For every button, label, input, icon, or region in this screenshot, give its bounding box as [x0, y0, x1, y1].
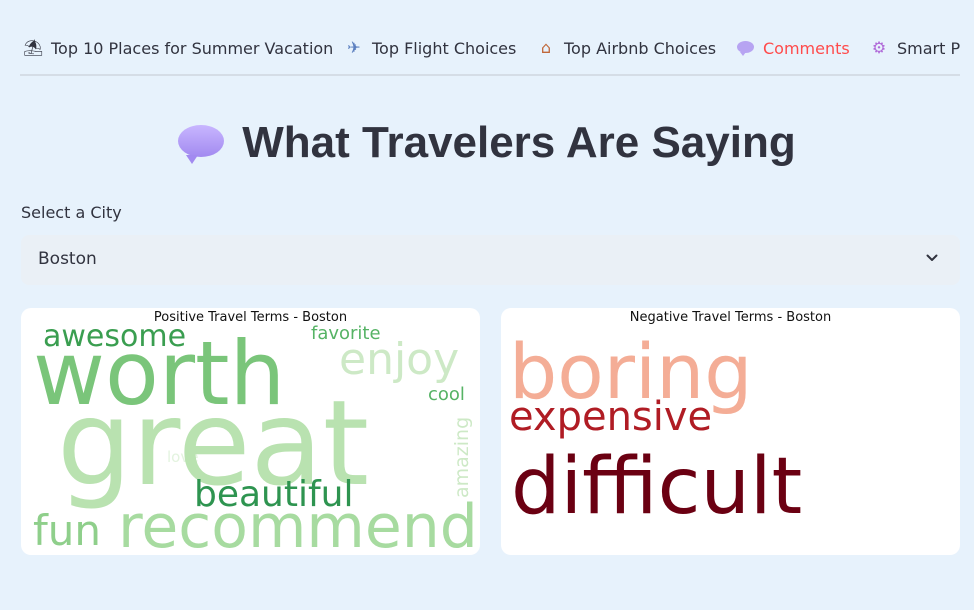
word: favorite [311, 323, 381, 344]
page-title-text: What Travelers Are Saying [242, 118, 796, 167]
word: recommend [118, 492, 478, 555]
tab-bar: ⛱ Top 10 Places for Summer Vacation ✈ To… [20, 26, 960, 76]
word: amazing [451, 416, 473, 498]
tab-label: Top Flight Choices [372, 38, 517, 58]
word: expensive [509, 394, 713, 440]
tab-flights[interactable]: ✈ Top Flight Choices [344, 26, 517, 74]
negative-wordcloud-title: Negative Travel Terms - Boston [629, 310, 832, 325]
tab-label: Top 10 Places for Summer Vacation [51, 38, 334, 58]
positive-wordcloud: Positive Travel Terms - Boston love grea… [21, 308, 480, 555]
chevron-down-icon [926, 254, 938, 261]
word: enjoy [339, 334, 460, 385]
tab-top-places[interactable]: ⛱ Top 10 Places for Summer Vacation [23, 26, 334, 74]
word: cool [428, 384, 465, 405]
page-title: What Travelers Are Saying [0, 118, 974, 168]
speech-bubble-icon [735, 40, 755, 56]
airplane-icon: ✈ [347, 38, 361, 57]
tab-label: Smart P [897, 38, 960, 58]
word: difficult [511, 442, 803, 532]
robot-icon: ⚙ [871, 38, 887, 57]
tab-airbnb[interactable]: ⌂ Top Airbnb Choices [536, 26, 717, 74]
city-select[interactable]: Boston [21, 235, 960, 285]
speech-bubble-icon [178, 125, 225, 165]
tab-label: Comments [763, 38, 850, 58]
tab-smart[interactable]: ⚙ Smart P [869, 26, 960, 74]
negative-wordcloud: Negative Travel Terms - Boston boring ex… [501, 308, 960, 555]
word: awesome [43, 319, 187, 354]
house-icon: ⌂ [540, 38, 552, 57]
tab-comments[interactable]: Comments [735, 26, 850, 74]
beach-umbrella-icon: ⛱ [23, 38, 44, 57]
word: fun [33, 506, 102, 555]
city-select-value: Boston [38, 249, 97, 269]
tab-label: Top Airbnb Choices [564, 38, 717, 58]
select-city-label: Select a City [21, 203, 122, 222]
